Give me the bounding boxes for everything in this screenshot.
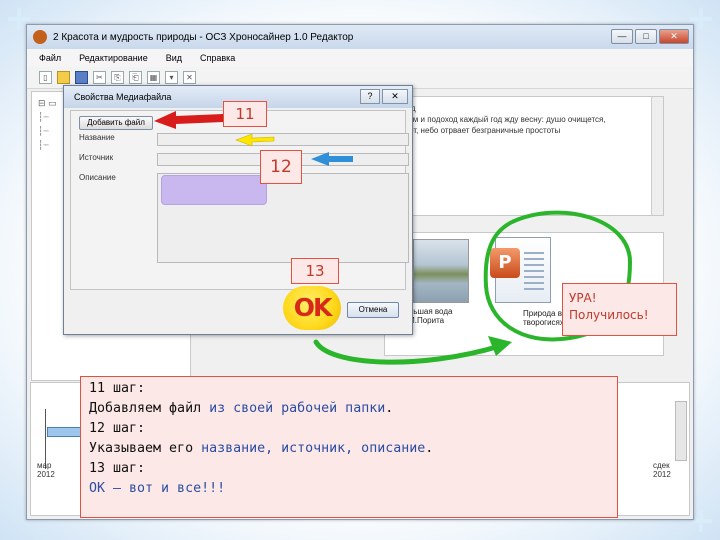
step-12-text: Указываем его название, источник, описан… [89,441,434,456]
blue-arrow-icon [311,152,353,166]
green-curved-arrow [313,339,503,365]
step-13-badge: 13 [291,258,339,284]
ok-button[interactable]: OK [283,286,341,330]
step-11-title: 11 шаг: [89,381,146,396]
step-11-text: Добавляем файл из своей рабочей папки. [89,401,394,416]
step-11-badge: 11 [223,101,267,127]
step-12-title: 12 шаг: [89,421,146,436]
step-13-title: 13 шаг: [89,461,146,476]
step-12-badge: 12 [260,150,302,184]
success-line: Получилось! [569,308,649,322]
success-message: УРА! Получилось! [562,283,677,336]
red-arrow-icon [154,111,223,129]
yellow-arrow-icon [235,133,275,147]
instructions-box: 11 шаг: Добавляем файл из своей рабочей … [80,376,618,518]
success-line: УРА! [569,291,597,305]
step-13-text: ОК – вот и все!!! [89,481,226,496]
